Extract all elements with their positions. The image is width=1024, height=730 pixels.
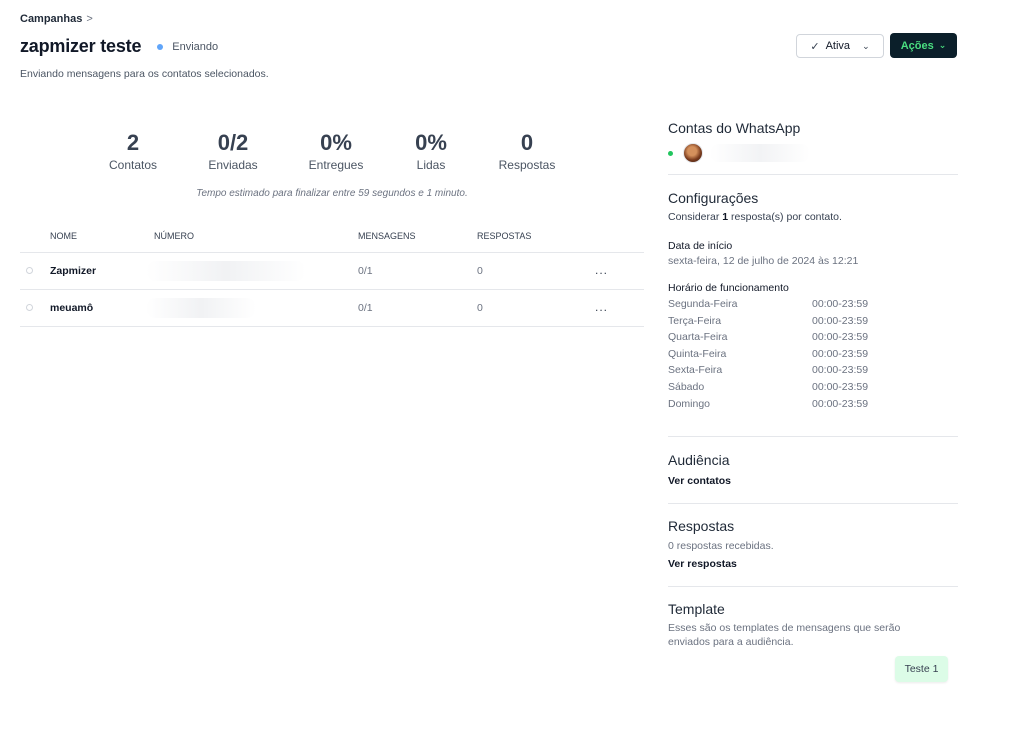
- hours-time: 00:00-23:59: [812, 364, 869, 377]
- hours-time: 00:00-23:59: [812, 314, 869, 327]
- column-header-respostas: RESPOSTAS: [477, 231, 532, 241]
- start-date-value: sexta-feira, 12 de julho de 2024 às 12:2…: [668, 255, 859, 267]
- view-responses-link[interactable]: Ver respostas: [668, 558, 737, 570]
- stat-label: Enviadas: [208, 158, 258, 172]
- row-responses: 0: [477, 302, 483, 314]
- stat-respostas: 0 Respostas: [482, 130, 572, 172]
- contacts-table: NOME NÚMERO MENSAGENS RESPOSTAS Zapmizer…: [20, 222, 644, 327]
- row-status-icon: [26, 267, 33, 274]
- redacted-number: [146, 261, 306, 281]
- hours-row: Quarta-Feira 00:00-23:59: [668, 331, 948, 348]
- hours-row: Sábado 00:00-23:59: [668, 381, 948, 398]
- page-title: zapmizer teste: [20, 36, 142, 56]
- title-row: zapmizer teste Enviando: [20, 36, 218, 57]
- responses-title: Respostas: [668, 518, 735, 534]
- divider: [668, 174, 958, 175]
- stat-label: Lidas: [416, 158, 446, 172]
- stat-label: Contatos: [108, 158, 158, 172]
- table-row[interactable]: Zapmizer 0/1 0 ...: [20, 253, 644, 290]
- hours-time: 00:00-23:59: [812, 347, 869, 360]
- hours-time: 00:00-23:59: [812, 331, 869, 344]
- column-header-nome: NOME: [50, 231, 77, 241]
- hours-time: 00:00-23:59: [812, 298, 869, 310]
- template-title: Template: [668, 601, 725, 617]
- details-sidebar: Contas do WhatsApp Configurações Conside…: [668, 0, 958, 730]
- redacted-number: [146, 298, 256, 318]
- breadcrumb: Campanhas >: [20, 13, 93, 25]
- table-header: NOME NÚMERO MENSAGENS RESPOSTAS: [20, 222, 644, 253]
- stat-value: 2: [126, 130, 140, 155]
- column-header-mensagens: MENSAGENS: [358, 231, 416, 241]
- row-messages: 0/1: [358, 302, 373, 314]
- hours-row: Terça-Feira 00:00-23:59: [668, 315, 948, 332]
- responses-suffix: resposta(s) por contato.: [728, 211, 842, 223]
- stat-label: Entregues: [308, 158, 364, 172]
- hours-day: Quinta-Feira: [668, 347, 727, 360]
- hours-time: 00:00-23:59: [812, 397, 869, 410]
- stat-contatos: 2 Contatos: [88, 130, 178, 172]
- stat-value: 0/2: [217, 130, 249, 155]
- view-contacts-link[interactable]: Ver contatos: [668, 475, 731, 487]
- hours-day: Sexta-Feira: [668, 364, 723, 377]
- accounts-title: Contas do WhatsApp: [668, 120, 801, 136]
- status-badge: Enviando: [172, 40, 219, 53]
- hours-time: 00:00-23:59: [812, 380, 869, 393]
- breadcrumb-separator-icon: >: [86, 13, 93, 25]
- stat-enviadas: 0/2 Enviadas: [188, 130, 278, 172]
- responses-prefix: Considerar: [668, 211, 723, 223]
- settings-title: Configurações: [668, 190, 759, 206]
- row-name: meuamô: [50, 302, 94, 314]
- stat-entregues: 0% Entregues: [291, 130, 381, 172]
- hours-row: Sexta-Feira 00:00-23:59: [668, 364, 948, 381]
- stat-value: 0: [520, 130, 534, 155]
- avatar: [683, 143, 703, 163]
- stat-lidas: 0% Lidas: [386, 130, 476, 172]
- row-responses: 0: [477, 265, 483, 277]
- hours-day: Quarta-Feira: [668, 331, 728, 344]
- online-status-icon: [668, 151, 673, 156]
- hours-row: Domingo 00:00-23:59: [668, 398, 948, 415]
- responses-per-contact: Considerar 1 resposta(s) por contato.: [668, 211, 842, 223]
- redacted-account-name: [710, 144, 810, 162]
- hours-day: Domingo: [668, 397, 711, 410]
- row-messages: 0/1: [358, 265, 373, 277]
- row-more-button[interactable]: ...: [595, 263, 608, 277]
- hours-day: Terça-Feira: [668, 314, 722, 327]
- stat-value: 0%: [415, 130, 447, 155]
- hours-label: Horário de funcionamento: [668, 282, 789, 294]
- stat-label: Respostas: [498, 158, 556, 172]
- row-name: Zapmizer: [50, 265, 97, 277]
- divider: [668, 586, 958, 587]
- divider: [668, 503, 958, 504]
- table-row[interactable]: meuamô 0/1 0 ...: [20, 290, 644, 327]
- row-more-button[interactable]: ...: [595, 300, 608, 314]
- start-date-label: Data de início: [668, 240, 733, 252]
- stat-value: 0%: [320, 130, 352, 155]
- divider: [668, 436, 958, 437]
- hours-day: Sábado: [668, 380, 705, 393]
- breadcrumb-campanhas-link[interactable]: Campanhas: [20, 13, 82, 25]
- template-description: Esses são os templates de mensagens que …: [668, 622, 901, 648]
- row-status-icon: [26, 304, 33, 311]
- hours-list: Segunda-Feira 00:00-23:59 Terça-Feira 00:0…: [668, 298, 948, 414]
- column-header-numero: NÚMERO: [154, 231, 194, 241]
- hours-day: Segunda-Feira: [668, 298, 738, 310]
- responses-summary: 0 respostas recebidas.: [668, 540, 774, 552]
- hours-row: Quinta-Feira 00:00-23:59: [668, 348, 948, 365]
- audience-title: Audiência: [668, 452, 730, 468]
- status-dot-icon: [157, 43, 164, 50]
- hours-row: Segunda-Feira 00:00-23:59: [668, 298, 948, 315]
- estimate-text: Tempo estimado para finalizar entre 59 s…: [196, 188, 468, 199]
- template-badge[interactable]: Teste 1: [895, 656, 948, 682]
- page-subtitle: Enviando mensagens para os contatos sele…: [20, 68, 269, 80]
